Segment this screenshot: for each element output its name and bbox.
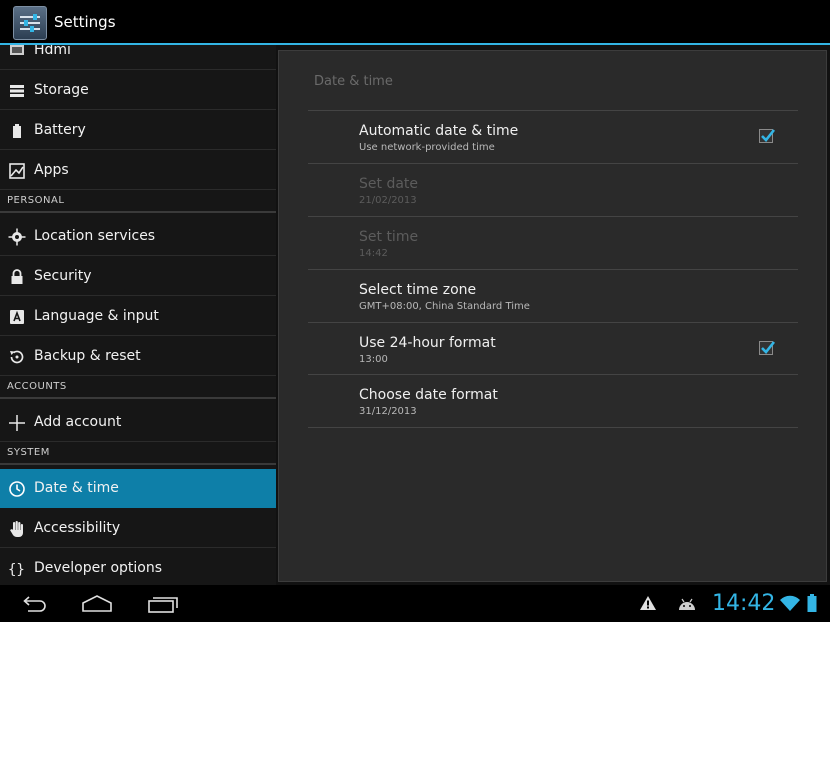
- sidebar-item-backup-reset[interactable]: Backup & reset: [0, 337, 276, 376]
- row-title: Automatic date & time: [359, 123, 519, 139]
- section-header-personal: PERSONAL: [0, 191, 276, 213]
- sidebar-item-date-time[interactable]: Date & time: [0, 469, 276, 508]
- row-summary: 21/02/2013: [359, 195, 417, 206]
- sidebar-item-developer-options[interactable]: {} Developer options: [0, 549, 276, 585]
- sidebar-item-label: Accessibility: [34, 520, 121, 536]
- sidebar-item-accessibility[interactable]: Accessibility: [0, 509, 276, 548]
- set-date-row: Set date 21/02/2013: [308, 164, 798, 216]
- set-time-row: Set time 14:42: [308, 217, 798, 269]
- home-icon[interactable]: [80, 592, 114, 616]
- select-time-zone-row[interactable]: Select time zone GMT+08:00, China Standa…: [308, 270, 798, 322]
- sidebar-item-hdmi[interactable]: Hdmi: [0, 45, 276, 70]
- sidebar-item-location-services[interactable]: Location services: [0, 217, 276, 256]
- back-icon[interactable]: [17, 592, 51, 616]
- section-header-label: PERSONAL: [7, 195, 65, 206]
- row-title: Select time zone: [359, 282, 477, 298]
- sidebar-item-language-input[interactable]: Language & input: [0, 297, 276, 336]
- row-title: Choose date format: [359, 387, 498, 403]
- row-summary: 31/12/2013: [359, 406, 417, 417]
- app-title: Settings: [54, 13, 116, 31]
- automatic-date-time-row[interactable]: Automatic date & time Use network-provid…: [308, 111, 798, 163]
- sidebar-item-label: Language & input: [34, 308, 159, 324]
- row-summary: GMT+08:00, China Standard Time: [359, 301, 530, 312]
- screen: Settings Hdmi Storage Battery Apps PERSO…: [0, 0, 830, 622]
- sidebar-item-label: Storage: [34, 82, 89, 98]
- row-summary: Use network-provided time: [359, 142, 495, 153]
- location-icon: [8, 228, 26, 246]
- sidebar-item-label: Backup & reset: [34, 348, 141, 364]
- status-clock[interactable]: 14:42: [712, 591, 775, 616]
- row-title: Use 24-hour format: [359, 335, 496, 351]
- use-24-hour-format-checkbox[interactable]: [759, 341, 776, 355]
- sidebar-item-label: Add account: [34, 414, 122, 430]
- sidebar-item-apps[interactable]: Apps: [0, 151, 276, 190]
- battery-status-icon[interactable]: [806, 593, 818, 617]
- system-bar: 14:42: [0, 585, 830, 622]
- choose-date-format-row[interactable]: Choose date format 31/12/2013: [308, 375, 798, 427]
- backup-icon: [8, 348, 26, 366]
- action-bar: Settings: [0, 0, 830, 45]
- keyboard-icon: [8, 308, 26, 326]
- section-header-label: SYSTEM: [7, 447, 50, 458]
- section-header-label: ACCOUNTS: [7, 381, 67, 392]
- storage-icon: [8, 82, 26, 100]
- section-header-system: SYSTEM: [0, 443, 276, 465]
- hand-icon: [8, 520, 26, 538]
- battery-icon: [8, 122, 26, 140]
- sidebar-item-label: Hdmi: [34, 45, 71, 58]
- clock-icon: [8, 480, 26, 498]
- android-icon[interactable]: [677, 596, 697, 615]
- recents-icon[interactable]: [146, 592, 180, 616]
- use-24-hour-format-row[interactable]: Use 24-hour format 13:00: [308, 323, 798, 375]
- settings-list: Hdmi Storage Battery Apps PERSONAL Locat…: [0, 45, 276, 585]
- sidebar-item-label: Apps: [34, 162, 69, 178]
- apps-icon: [8, 162, 26, 180]
- sidebar-item-label: Battery: [34, 122, 86, 138]
- svg-text:{}: {}: [8, 562, 25, 578]
- sidebar-item-label: Developer options: [34, 560, 163, 576]
- sidebar-item-add-account[interactable]: Add account: [0, 403, 276, 442]
- panel-title: Date & time: [314, 74, 393, 89]
- settings-app-icon[interactable]: [13, 6, 47, 40]
- sidebar-item-label: Security: [34, 268, 92, 284]
- warning-icon[interactable]: [639, 595, 657, 615]
- sidebar-item-battery[interactable]: Battery: [0, 111, 276, 150]
- wifi-icon[interactable]: [779, 594, 801, 616]
- braces-icon: {}: [8, 560, 26, 578]
- row-title: Set date: [359, 176, 419, 192]
- plus-icon: [8, 414, 26, 432]
- section-header-accounts: ACCOUNTS: [0, 377, 276, 399]
- sidebar-item-security[interactable]: Security: [0, 257, 276, 296]
- automatic-date-time-checkbox[interactable]: [759, 129, 776, 143]
- divider: [308, 427, 798, 428]
- sidebar-item-storage[interactable]: Storage: [0, 71, 276, 110]
- row-summary: 14:42: [359, 248, 388, 259]
- row-title: Set time: [359, 229, 419, 245]
- hdmi-icon: [8, 45, 26, 60]
- sidebar-item-label: Location services: [34, 228, 156, 244]
- row-summary: 13:00: [359, 354, 388, 365]
- lock-icon: [8, 268, 26, 286]
- date-time-panel: Date & time Automatic date & time Use ne…: [278, 50, 827, 582]
- sidebar-item-label: Date & time: [34, 480, 119, 496]
